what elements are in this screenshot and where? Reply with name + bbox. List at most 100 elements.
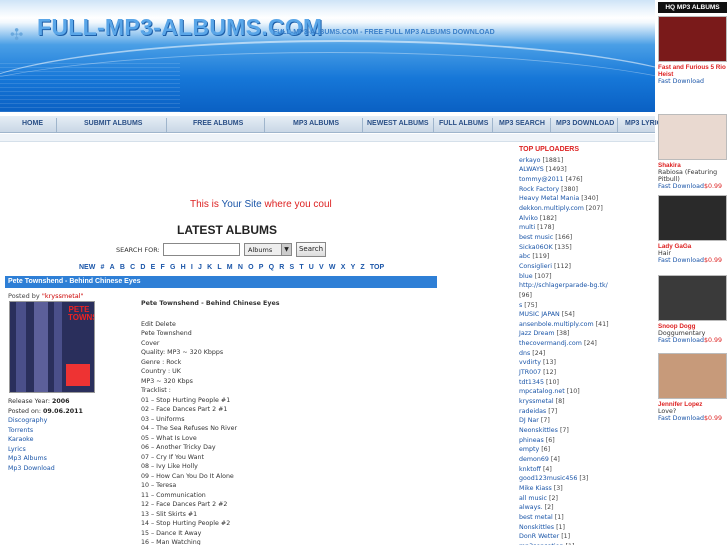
uploader-name[interactable]: best music: [519, 234, 553, 241]
uploader-name[interactable]: DonR Wetter: [519, 533, 559, 540]
uploader-name[interactable]: tdt1345: [519, 379, 544, 386]
album-link[interactable]: Lyrics: [8, 445, 83, 455]
alpha-link[interactable]: C: [130, 264, 135, 271]
fast-download-link[interactable]: Fast Download$0.99: [658, 257, 727, 264]
alpha-link[interactable]: B: [120, 264, 125, 271]
site-logo[interactable]: FULL-MP3-ALBUMS.COM: [37, 14, 323, 41]
uploader-name[interactable]: dekkon.multiply.com: [519, 205, 584, 212]
fast-download-link[interactable]: Fast Download: [658, 78, 727, 85]
hq-album-title[interactable]: Hair: [658, 250, 727, 257]
uploader-name[interactable]: always.: [519, 504, 543, 511]
alpha-link[interactable]: T: [299, 264, 303, 271]
hq-album-cover[interactable]: [658, 353, 727, 399]
promo-banner[interactable]: This is Your Site where you coul: [190, 199, 332, 210]
uploader-name[interactable]: tommy@2011: [519, 176, 564, 183]
uploader-name[interactable]: ALWAYS: [519, 166, 544, 173]
fast-download-link[interactable]: Fast Download$0.99: [658, 183, 727, 190]
alpha-link[interactable]: N: [238, 264, 243, 271]
hq-album[interactable]: Shakira Rabiosa (Featuring Pitbull) Fast D…: [658, 114, 727, 190]
alpha-link[interactable]: J: [198, 264, 202, 271]
alpha-link[interactable]: M: [227, 264, 233, 271]
uploader-name[interactable]: best metal: [519, 514, 553, 521]
alpha-link[interactable]: D: [140, 264, 145, 271]
uploader-name[interactable]: thecovermandj.com: [519, 340, 582, 347]
uploader-name[interactable]: dns: [519, 350, 530, 357]
nav-full-albums[interactable]: FULL ALBUMS: [439, 120, 488, 127]
album-cover-image[interactable]: PETE TOWNSHEND: [9, 301, 95, 393]
alpha-link[interactable]: A: [110, 264, 115, 271]
search-input[interactable]: [163, 243, 240, 256]
uploader-name[interactable]: s: [519, 302, 522, 309]
alpha-link[interactable]: Q: [269, 264, 274, 271]
alpha-link[interactable]: H: [181, 264, 186, 271]
album-link[interactable]: Mp3 Download: [8, 464, 83, 474]
uploader-name[interactable]: radeidas: [519, 408, 546, 415]
alpha-link[interactable]: U: [309, 264, 314, 271]
alpha-link[interactable]: Z: [360, 264, 364, 271]
uploader-name[interactable]: demon69: [519, 456, 549, 463]
alpha-link[interactable]: TOP: [370, 264, 384, 271]
alpha-link[interactable]: E: [151, 264, 156, 271]
search-button[interactable]: Search: [296, 242, 326, 257]
nav-submit-albums[interactable]: SUBMIT ALBUMS: [84, 120, 142, 127]
uploader-name[interactable]: Mike Kiass: [519, 485, 552, 492]
uploader-name[interactable]: ansenbole.multiply.com: [519, 321, 594, 328]
uploader-name[interactable]: Sicka06OK: [519, 244, 553, 251]
posted-by-user[interactable]: "kryssmetal": [42, 292, 84, 300]
hq-album-cover[interactable]: [658, 275, 727, 321]
alpha-link[interactable]: X: [341, 264, 346, 271]
alpha-link[interactable]: NEW: [79, 264, 95, 271]
alpha-link[interactable]: W: [329, 264, 336, 271]
hq-album-artist[interactable]: Jennifer Lopez: [658, 401, 727, 408]
uploader-name[interactable]: Rock Factory: [519, 186, 559, 193]
nav-newest-albums[interactable]: NEWEST ALBUMS: [367, 120, 429, 127]
nav-free-albums[interactable]: FREE ALBUMS: [193, 120, 243, 127]
alpha-link[interactable]: O: [248, 264, 253, 271]
hq-album-artist[interactable]: Lady GaGa: [658, 243, 727, 250]
fast-download-link[interactable]: Fast Download$0.99: [658, 337, 727, 344]
edit-delete-links[interactable]: Edit Delete: [141, 320, 279, 330]
hq-album-artist[interactable]: Shakira: [658, 162, 727, 169]
hq-album-cover[interactable]: [658, 114, 727, 160]
alpha-link[interactable]: F: [160, 264, 164, 271]
alpha-link[interactable]: S: [289, 264, 294, 271]
nav-mp3-albums[interactable]: MP3 ALBUMS: [293, 120, 339, 127]
nav-mp3-lyric[interactable]: MP3 LYRIC: [625, 120, 662, 127]
hq-album-title[interactable]: Love?: [658, 408, 727, 415]
uploader-name[interactable]: mpcatalog.net: [519, 388, 565, 395]
album-header[interactable]: Pete Townshend - Behind Chinese Eyes: [5, 276, 437, 288]
uploader-name[interactable]: empty: [519, 446, 539, 453]
uploader-name[interactable]: erkayo: [519, 157, 540, 164]
nav-mp3-download[interactable]: MP3 DOWNLOAD: [556, 120, 614, 127]
alpha-link[interactable]: G: [170, 264, 175, 271]
uploader-name[interactable]: Neonskittles: [519, 427, 558, 434]
uploader-name[interactable]: blue: [519, 273, 533, 280]
hq-album[interactable]: Snoop Dogg Doggumentary Fast Download$0.99: [658, 275, 727, 344]
hq-album-title[interactable]: Rabiosa (Featuring Pitbull): [658, 169, 727, 183]
uploader-name[interactable]: JTR007: [519, 369, 541, 376]
uploader-name[interactable]: all music: [519, 495, 547, 502]
nav-mp3-search[interactable]: MP3 SEARCH: [499, 120, 545, 127]
search-type-select[interactable]: Albums ▼: [244, 243, 292, 256]
album-link[interactable]: Mp3 Albums: [8, 454, 83, 464]
hq-album[interactable]: Lady GaGa Hair Fast Download$0.99: [658, 195, 727, 264]
alpha-link[interactable]: V: [319, 264, 324, 271]
uploader-name[interactable]: DJ Nar: [519, 417, 539, 424]
nav-home[interactable]: HOME: [22, 120, 43, 127]
alpha-link[interactable]: R: [279, 264, 284, 271]
uploader-name[interactable]: Nonskittles: [519, 524, 554, 531]
alpha-link[interactable]: I: [191, 264, 193, 271]
alpha-link[interactable]: Y: [351, 264, 356, 271]
hq-album-cover[interactable]: [658, 16, 727, 62]
uploader-name[interactable]: abc: [519, 253, 530, 260]
hq-album-cover[interactable]: [658, 195, 727, 241]
uploader-name[interactable]: Consiglieri: [519, 263, 552, 270]
alpha-link[interactable]: #: [101, 264, 105, 271]
uploader-name[interactable]: MUSIC JAPAN: [519, 311, 560, 318]
alpha-link[interactable]: P: [259, 264, 264, 271]
uploader-name[interactable]: kryssmetal: [519, 398, 554, 405]
uploader-name[interactable]: Jazz Dream: [519, 330, 555, 337]
hq-album-title[interactable]: Doggumentary: [658, 330, 727, 337]
alpha-link[interactable]: L: [217, 264, 221, 271]
hq-album[interactable]: Fast and Furious 5 Rio Heist Fast Downloa…: [658, 16, 727, 85]
